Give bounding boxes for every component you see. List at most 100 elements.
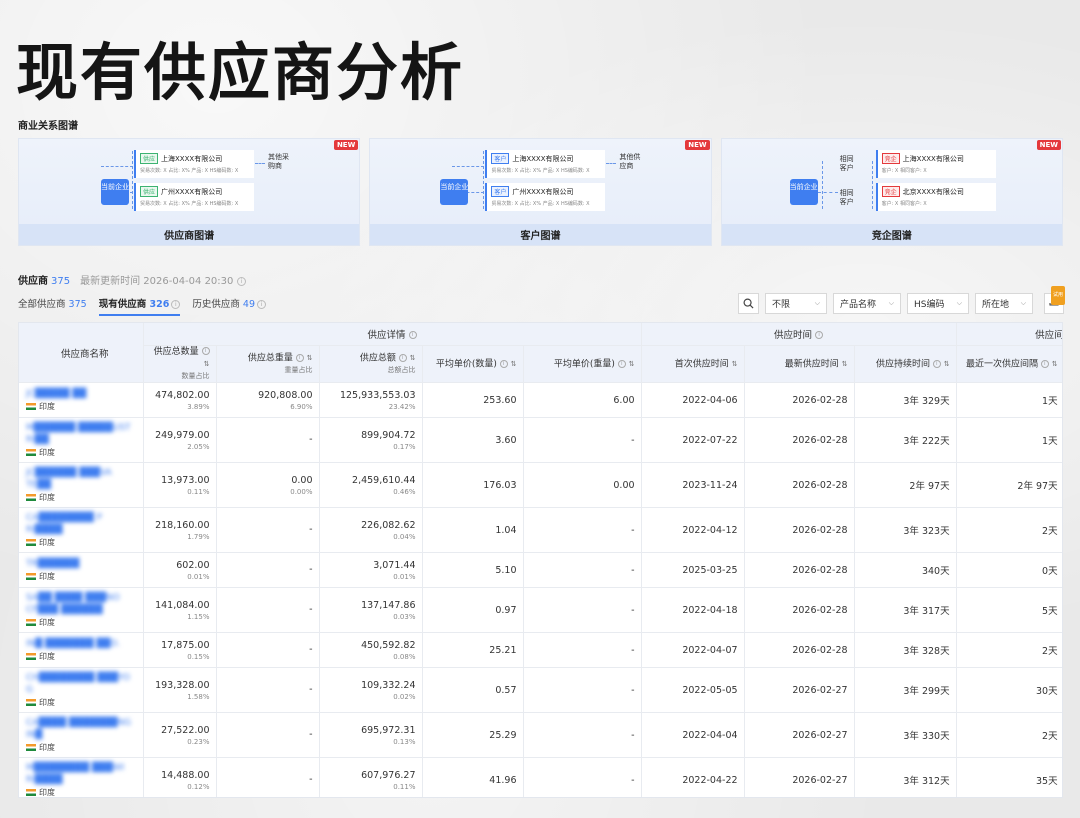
info-icon[interactable]: i	[257, 300, 266, 309]
supplier-tabs: 全部供应商 375 现有供应商 326 i 历史供应商 49 i	[18, 296, 266, 316]
limit-select[interactable]: 不限 ⌵	[765, 293, 827, 314]
qty-cell: 218,160.00 1.79%	[143, 507, 217, 553]
supplier-name-link[interactable]: CA████████ P RI████	[26, 512, 137, 536]
table-row[interactable]: JC██████ ███VA TE██ 印度 13,973.00 0.11% 0.00 0…	[19, 462, 1062, 508]
amount-pct: 0.01%	[393, 572, 416, 581]
supplier-name-link[interactable]: JC██████ ███VA TE██	[26, 467, 137, 491]
table-row[interactable]: TR██████ 印度 602.00 0.01% -3,071.44 0.01% 5.10-…	[19, 552, 1062, 588]
col-total-qty[interactable]: 供应总数量 i ⇅ 数量占比	[143, 345, 217, 383]
supplier-name-cell[interactable]: JC█████ ██ 印度	[19, 382, 144, 418]
col-first-supply[interactable]: 首次供应时间 ⇅	[641, 345, 745, 383]
location-filter[interactable]: 所在地 ⌵	[975, 293, 1033, 314]
interval-cell: 2年 97天	[956, 462, 1062, 508]
country: 印度	[26, 537, 137, 548]
avg-price-qty-cell: 176.03	[422, 462, 524, 508]
supplier-name-link[interactable]: IN█ ███████ ██D.	[26, 638, 137, 650]
tab-all-suppliers[interactable]: 全部供应商 375	[18, 296, 87, 316]
col-latest-supply[interactable]: 最新供应时间 ⇅	[744, 345, 855, 383]
qty-cell: 14,488.00 0.12%	[143, 757, 217, 797]
supplier-name-link[interactable]: TR██████	[26, 558, 137, 570]
table-row[interactable]: M██████ █████UST RI██ 印度 249,979.00 2.05% -8…	[19, 417, 1062, 463]
weight-value: -	[309, 643, 313, 655]
connector-line	[255, 163, 265, 164]
hs-code-filter[interactable]: HS编码 ⌵	[907, 293, 969, 314]
country-label: 印度	[39, 743, 55, 752]
col-total-weight[interactable]: 供应总重量 i ⇅ 重量占比	[216, 345, 320, 383]
connector-line	[452, 166, 485, 167]
weight-value: -	[309, 603, 313, 615]
table-row[interactable]: SA██ ████ ███NO CF███ ██████ 印度 141,084.00…	[19, 587, 1062, 633]
first-supply-cell: 2023-11-24	[641, 462, 745, 508]
country: 印度	[26, 787, 137, 797]
supplier-name-cell[interactable]: CA████████ P RI████ 印度	[19, 507, 144, 553]
export-button[interactable]: 试用	[1044, 286, 1065, 314]
col-last-interval[interactable]: 最近一次供应间隔 i ⇅	[956, 345, 1062, 383]
customer-graph-card[interactable]: NEW 当前企业 客户 上海XXXX有限公司 贸易次数: X 占比: X% 产品:…	[369, 138, 712, 246]
supplier-name-cell[interactable]: CH████████ ███YO G 印度	[19, 667, 144, 713]
duration-cell: 3年 329天	[854, 382, 957, 418]
amount-value: 137,147.86	[361, 599, 416, 611]
supplier-name-link[interactable]: M██████ █████UST RI██	[26, 422, 137, 446]
supplier-name-link[interactable]: CH████████ ███YO G	[26, 672, 137, 696]
avg-price-weight-cell: -	[523, 712, 642, 758]
supplier-name-link[interactable]: JC█████ ██	[26, 388, 137, 400]
supplier-name-cell[interactable]: IN█ ███████ ██D. 印度	[19, 632, 144, 668]
supplier-table: 供应商名称 供应详情 i 供应时间 i 供应间 供应总数量 i ⇅ 数量占比 供应…	[18, 322, 1063, 798]
competitor-graph-card[interactable]: NEW 当前企业 相同客户 相同客户 竞企 上海XXXX有限公司 客户: X 相同…	[720, 138, 1063, 246]
supplier-graph-button[interactable]: 供应商图谱	[19, 224, 360, 245]
qty-value: 602.00	[176, 559, 210, 571]
product-name-filter[interactable]: 产品名称 ⌵	[833, 293, 901, 314]
node-meta: 客户: X 相同客户: X	[881, 168, 927, 174]
supplier-name-link[interactable]: M████████ ███WI RI████	[26, 762, 137, 786]
relationship-cards: NEW 当前企业 供应 上海XXXX有限公司 贸易次数: X 占比: X% 产品:…	[18, 138, 1063, 246]
sort-icon: ⇅	[943, 359, 950, 368]
info-icon[interactable]: i	[408, 331, 417, 340]
info-icon[interactable]: i	[815, 331, 824, 340]
table-row[interactable]: CH████████ ███YO G 印度 193,328.00 1.58% -109,…	[19, 667, 1062, 713]
latest-supply-cell: 2026-02-27	[744, 757, 855, 797]
competitor-node: 竞企 北京XXXX有限公司 客户: X 相同客户: X	[875, 183, 996, 211]
col-avg-price-weight[interactable]: 平均单价(重量) i ⇅	[523, 345, 642, 383]
supplier-name-cell[interactable]: SA██ ████ ███NO CF███ ██████ 印度	[19, 587, 144, 633]
supplier-name-link[interactable]: SA██ ████ ███NO CF███ ██████	[26, 592, 137, 616]
supplier-name-cell[interactable]: M██████ █████UST RI██ 印度	[19, 417, 144, 463]
col-total-amount[interactable]: 供应总额 i ⇅ 总额占比	[319, 345, 423, 383]
competitor-node: 竞企 上海XXXX有限公司 客户: X 相同客户: X	[875, 150, 996, 178]
customer-graph-button[interactable]: 客户图谱	[370, 224, 711, 245]
table-row[interactable]: IN█ ███████ ██D. 印度 17,875.00 0.15% -450,592…	[19, 632, 1062, 668]
supplier-name-cell[interactable]: CA████ ███████NG IN█ 印度	[19, 712, 144, 758]
col-supply-duration[interactable]: 供应持续时间 i ⇅	[854, 345, 957, 383]
chevron-down-icon: ⌵	[888, 299, 894, 307]
qty-value: 141,084.00	[155, 599, 210, 611]
interval-cell: 2天	[956, 507, 1062, 553]
amount-pct: 0.17%	[393, 442, 416, 451]
info-icon: i	[201, 347, 210, 355]
first-supply-cell: 2022-04-04	[641, 712, 745, 758]
tab-current-suppliers[interactable]: 现有供应商 326 i	[98, 296, 181, 316]
competitor-graph-button[interactable]: 竞企图谱	[721, 224, 1062, 245]
supplier-name-cell[interactable]: TR██████ 印度	[19, 552, 144, 588]
supplier-graph-card[interactable]: NEW 当前企业 供应 上海XXXX有限公司 贸易次数: X 占比: X% 产品:…	[18, 138, 361, 246]
current-company-node: 当前企业	[101, 179, 129, 205]
table-row[interactable]: CA████████ P RI████ 印度 218,160.00 1.79% -226…	[19, 507, 1062, 553]
info-icon[interactable]: i	[236, 276, 246, 286]
weight-cell: -	[216, 552, 320, 588]
weight-cell: -	[216, 507, 320, 553]
supplier-name-cell[interactable]: JC██████ ███VA TE██ 印度	[19, 462, 144, 508]
first-supply-cell: 2022-04-18	[641, 587, 745, 633]
col-avg-price-qty[interactable]: 平均单价(数量) i ⇅	[422, 345, 524, 383]
search-button[interactable]	[738, 293, 759, 314]
info-icon[interactable]: i	[171, 300, 181, 309]
table-row[interactable]: JC█████ ██ 印度 474,802.00 3.89% 920,808.00 6.9…	[19, 382, 1062, 418]
duration-cell: 3年 328天	[854, 632, 957, 668]
amount-value: 3,071.44	[373, 559, 416, 571]
tab-historical-suppliers[interactable]: 历史供应商 49 i	[192, 296, 266, 316]
col-sublabel: 数量占比	[181, 372, 210, 380]
qty-value: 13,973.00	[161, 474, 210, 486]
country: 印度	[26, 401, 137, 412]
table-row[interactable]: M████████ ███WI RI████ 印度 14,488.00 0.12% -6…	[19, 757, 1062, 797]
table-row[interactable]: CA████ ███████NG IN█ 印度 27,522.00 0.23% -695…	[19, 712, 1062, 758]
supplier-name-cell[interactable]: M████████ ███WI RI████ 印度	[19, 757, 144, 797]
weight-value: 920,808.00	[258, 389, 313, 401]
supplier-name-link[interactable]: CA████ ███████NG IN█	[26, 717, 137, 741]
